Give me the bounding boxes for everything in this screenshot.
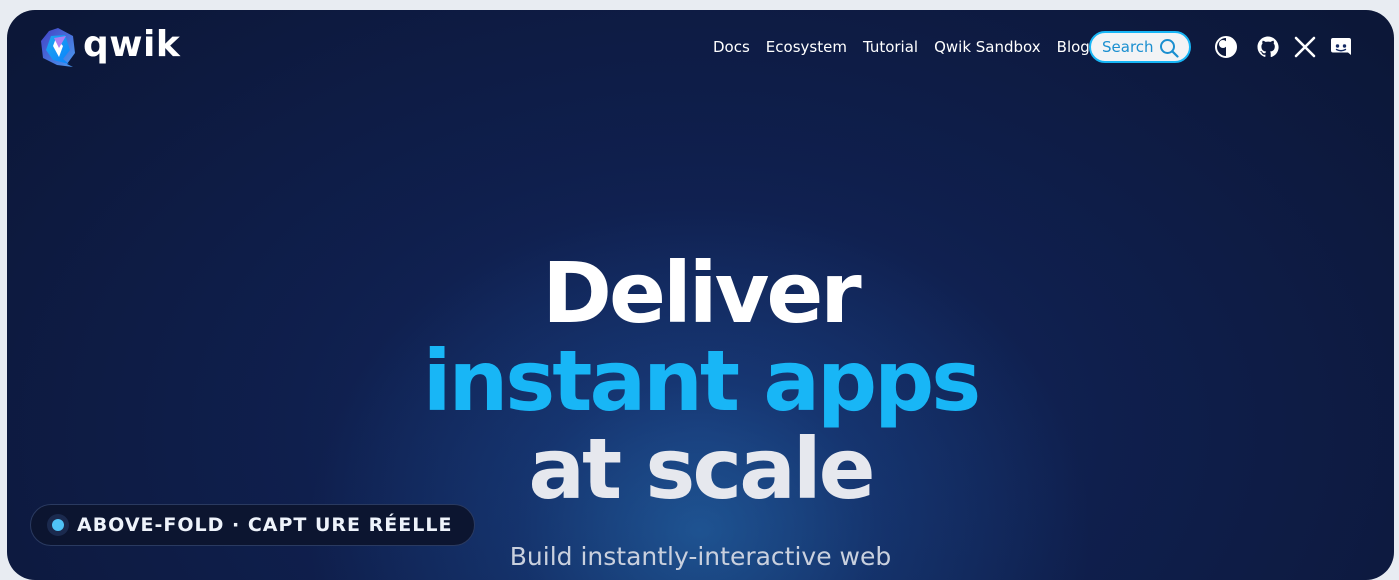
x-icon[interactable] bbox=[1293, 35, 1317, 59]
nav-qwik-sandbox[interactable]: Qwik Sandbox bbox=[934, 37, 1041, 57]
github-icon[interactable] bbox=[1256, 35, 1280, 59]
nav-tutorial[interactable]: Tutorial bbox=[863, 37, 918, 57]
search-button[interactable]: Search bbox=[1089, 31, 1191, 63]
hero-title-line-1: Deliver bbox=[542, 244, 861, 342]
search-label: Search bbox=[1102, 38, 1154, 56]
status-dot-icon bbox=[47, 514, 69, 536]
nav-blog[interactable]: Blog bbox=[1057, 37, 1090, 57]
hero-title-line-3: at scale bbox=[528, 420, 875, 518]
capture-badge: ABOVE-FOLD · CAPT URE RÉELLE bbox=[30, 504, 476, 546]
nav-ecosystem[interactable]: Ecosystem bbox=[766, 37, 847, 57]
search-icon bbox=[1160, 39, 1179, 58]
nav-links: Docs Ecosystem Tutorial Qwik Sandbox Blo… bbox=[713, 37, 1106, 57]
theme-toggle-icon[interactable] bbox=[1214, 35, 1238, 59]
hero-title-line-2: instant apps bbox=[422, 332, 982, 430]
nav-docs[interactable]: Docs bbox=[713, 37, 750, 57]
discord-icon[interactable] bbox=[1329, 35, 1353, 59]
badge-text: ABOVE-FOLD · CAPT URE RÉELLE bbox=[77, 514, 453, 536]
page-frame: qwik Docs Ecosystem Tutorial Qwik Sandbo… bbox=[7, 10, 1394, 580]
qwik-logo-icon bbox=[41, 28, 75, 67]
status-dot-inner bbox=[52, 519, 64, 531]
top-nav: qwik Docs Ecosystem Tutorial Qwik Sandbo… bbox=[7, 10, 1394, 86]
qwik-logo[interactable]: qwik bbox=[39, 26, 180, 68]
logo-text: qwik bbox=[83, 24, 181, 65]
